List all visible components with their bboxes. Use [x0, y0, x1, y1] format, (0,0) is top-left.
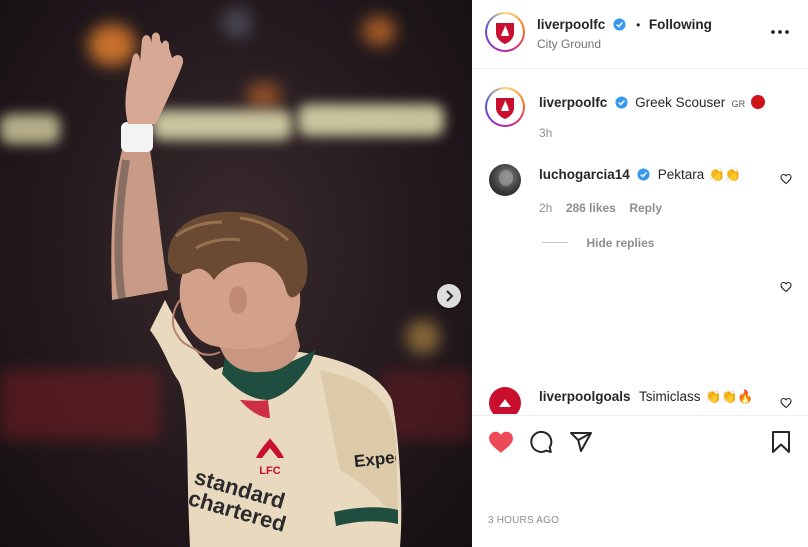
author-username[interactable]: liverpoolfc: [537, 17, 605, 32]
clap-emoji: 👏👏: [708, 167, 742, 182]
bookmark-icon: [772, 431, 790, 453]
comment-like-button[interactable]: [780, 172, 792, 190]
lfc-logo-icon: [496, 98, 514, 119]
comment-meta-row: 2h 286 likes Reply: [539, 199, 662, 217]
action-bar: [472, 416, 808, 466]
comment-text: Pektara: [657, 167, 705, 182]
comment-row: liverpoolgoals Tsimiclass 👏👏🔥: [539, 388, 754, 406]
flag-code: GR: [731, 99, 746, 109]
heart-filled-icon: [489, 431, 513, 453]
comment-row: luchogarcia14 Pektara 👏👏: [539, 166, 741, 186]
more-options-button[interactable]: [770, 24, 790, 40]
post-photo: LFC standard chartered Expedia: [0, 0, 472, 547]
comment-item: liverpoolgoals Tsimiclass 👏👏🔥: [472, 380, 808, 414]
header-name-row: liverpoolfc • Following: [537, 16, 712, 36]
more-dots-icon: [771, 30, 789, 34]
shirt-crest: LFC: [252, 436, 288, 477]
like-button[interactable]: [488, 430, 514, 459]
lfc-logo-icon: [496, 23, 514, 44]
verified-badge-icon: [615, 96, 628, 114]
crest-label: LFC: [259, 465, 281, 477]
comment-like-button[interactable]: [780, 396, 792, 414]
hide-replies-button[interactable]: Hide replies: [542, 234, 654, 252]
verified-badge-icon: [613, 18, 626, 36]
commenter-avatar[interactable]: [489, 387, 521, 414]
save-button[interactable]: [770, 430, 792, 459]
verified-badge-icon: [637, 168, 650, 186]
red-circle-icon: [750, 95, 765, 109]
clap-fire-emoji: 👏👏🔥: [704, 389, 754, 404]
comment-username[interactable]: liverpoolgoals: [539, 389, 631, 404]
paper-plane-icon: [570, 432, 592, 452]
header-separator: •: [636, 18, 641, 32]
share-button[interactable]: [569, 430, 593, 459]
heart-outline-icon: [780, 173, 792, 185]
header-divider: [472, 68, 808, 69]
heart-outline-icon: [780, 397, 792, 409]
comment-likes[interactable]: 286 likes: [566, 201, 616, 215]
caption-text: Greek Scouser: [635, 95, 726, 110]
caption-username[interactable]: liverpoolfc: [539, 95, 607, 110]
post-location[interactable]: City Ground: [537, 37, 601, 51]
caption-row: liverpoolfc Greek Scouser GR: [539, 94, 765, 114]
hide-replies-label: Hide replies: [586, 236, 655, 250]
chevron-right-icon: [446, 290, 454, 302]
post-timestamp[interactable]: 3 HOURS AGO: [488, 515, 559, 526]
comment-username[interactable]: luchogarcia14: [539, 167, 630, 182]
hide-replies-line: [542, 242, 568, 244]
commenter-avatar[interactable]: [489, 164, 521, 196]
post-details-panel: liverpoolfc • Following City Ground live…: [472, 0, 808, 547]
comment-text: Tsimiclass: [638, 389, 701, 404]
post-header: liverpoolfc • Following City Ground: [472, 0, 808, 68]
carousel-next-button[interactable]: [437, 284, 461, 308]
player-illustration: [111, 32, 402, 547]
liverpoolgoals-avatar-logo: [493, 399, 517, 410]
caption-time: 3h: [539, 126, 553, 140]
heart-outline-icon: [780, 281, 792, 293]
author-avatar[interactable]: [485, 12, 525, 52]
comment-time: 2h: [539, 201, 553, 215]
caption-avatar[interactable]: [485, 87, 525, 127]
reply-like-button[interactable]: [780, 280, 792, 298]
reply-button[interactable]: Reply: [629, 201, 662, 215]
speech-bubble-icon: [530, 430, 553, 453]
comment-button[interactable]: [529, 430, 553, 459]
following-button[interactable]: Following: [649, 17, 712, 32]
